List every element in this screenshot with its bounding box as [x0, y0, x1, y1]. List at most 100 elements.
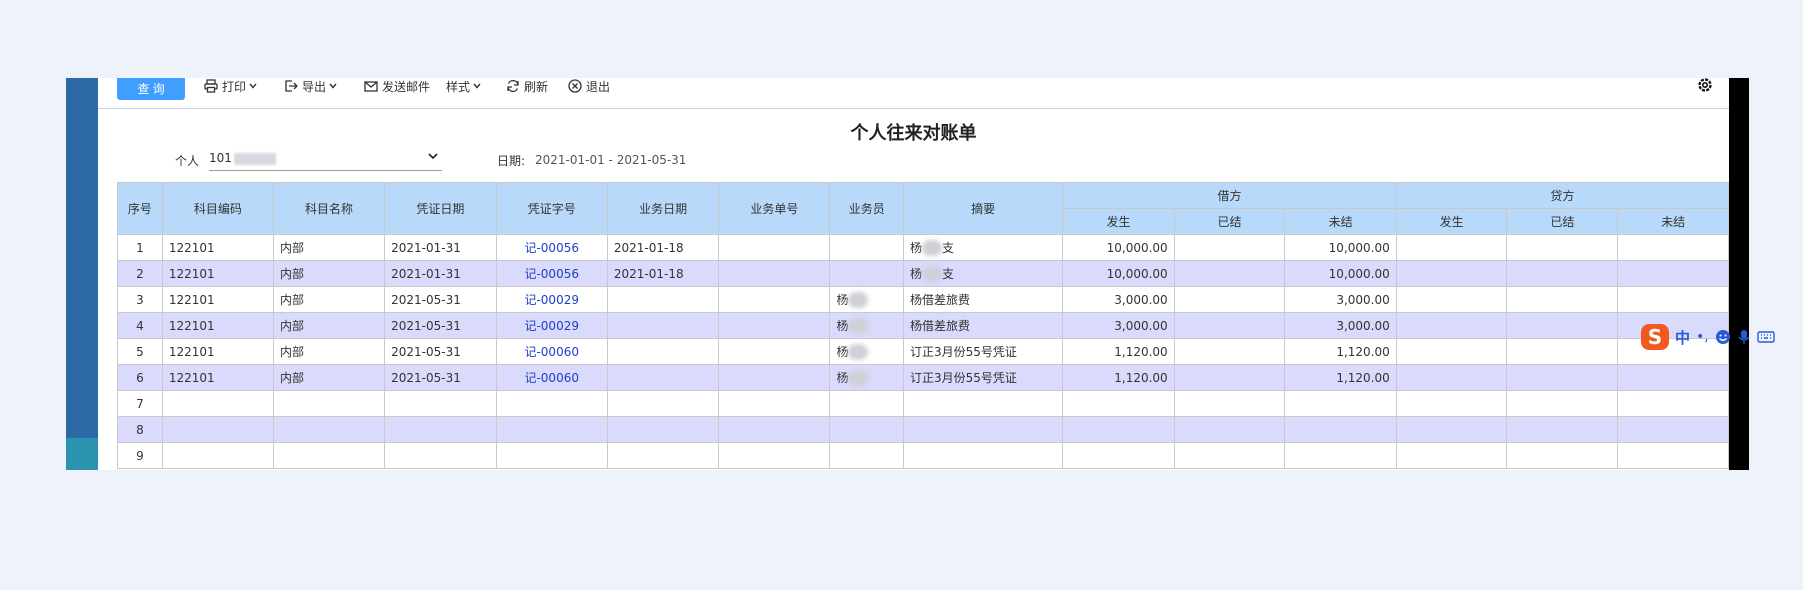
- cell-clerk: 杨: [829, 364, 905, 391]
- header-debit: 借方: [1062, 182, 1397, 209]
- close-circle-icon: [568, 79, 582, 93]
- microphone-icon[interactable]: [1737, 329, 1751, 345]
- cell-debit-occur: 1,120.00: [1062, 338, 1175, 365]
- summary-text: 杨: [910, 266, 923, 281]
- keyboard-icon[interactable]: [1757, 330, 1775, 344]
- voucher-link[interactable]: 记-00056: [495, 234, 608, 261]
- cell-debit-settled: [1173, 364, 1286, 391]
- table-row[interactable]: 5 122101 内部 2021-05-31 记-00060 杨 订正3月份55…: [117, 338, 1729, 365]
- export-label: 导出: [302, 79, 327, 94]
- ime-mode-toggle[interactable]: 中: [1675, 327, 1690, 348]
- chevron-down-icon: [249, 83, 257, 89]
- summary-text: 杨: [910, 240, 923, 255]
- cell-empty: [1062, 390, 1175, 417]
- table-row[interactable]: 7: [117, 390, 1729, 417]
- chevron-down-icon: [329, 83, 337, 89]
- header-voucher-no: 凭证字号: [495, 182, 608, 235]
- cell-empty: [161, 442, 274, 469]
- cell-empty: [1617, 442, 1729, 469]
- right-edge-bar: [1729, 78, 1749, 470]
- cell-summary: 订正3月份55号凭证: [903, 364, 1064, 391]
- cell-empty: [829, 390, 905, 417]
- redacted-mask: [848, 318, 869, 335]
- cell-empty: [495, 442, 608, 469]
- style-button[interactable]: 样式: [446, 78, 485, 94]
- cell-biz-no: [718, 364, 831, 391]
- cell-credit-unsettled: [1617, 234, 1729, 261]
- table-row[interactable]: 9: [117, 442, 1729, 469]
- send-mail-button[interactable]: 发送邮件: [364, 78, 430, 94]
- cell-debit-unsettled: 1,120.00: [1284, 338, 1397, 365]
- header-voucher-date: 凭证日期: [384, 182, 497, 235]
- cell-debit-occur: 10,000.00: [1062, 234, 1175, 261]
- header-biz-no: 业务单号: [718, 182, 831, 235]
- cell-seq: 2: [117, 260, 163, 287]
- voucher-link[interactable]: 记-00060: [495, 364, 608, 391]
- voucher-link[interactable]: 记-00029: [495, 286, 608, 313]
- voucher-link[interactable]: 记-00056: [495, 260, 608, 287]
- cell-debit-settled: [1173, 286, 1286, 313]
- cell-biz-no: [718, 338, 831, 365]
- cell-clerk: 杨: [829, 312, 905, 339]
- cell-credit-settled: [1506, 338, 1619, 365]
- cell-name: 内部: [272, 364, 386, 391]
- cell-empty: [606, 390, 720, 417]
- gear-icon[interactable]: [1696, 78, 1714, 94]
- cell-empty: [1284, 416, 1397, 443]
- table-row[interactable]: 2 122101 内部 2021-01-31 记-00056 2021-01-1…: [117, 260, 1729, 287]
- summary-text-tail: 支: [942, 266, 955, 281]
- redacted-mask: [922, 240, 943, 257]
- clerk-text: 杨: [836, 344, 849, 359]
- cell-seq: 5: [117, 338, 163, 365]
- exit-button[interactable]: 退出: [568, 78, 610, 94]
- redacted-mask: [848, 370, 869, 387]
- table-row[interactable]: 4 122101 内部 2021-05-31 记-00029 杨 杨借差旅费 3…: [117, 312, 1729, 339]
- table-row[interactable]: 3 122101 内部 2021-05-31 记-00029 杨 杨借差旅费 3…: [117, 286, 1729, 313]
- cell-credit-occur: [1395, 234, 1508, 261]
- cell-empty: [161, 390, 274, 417]
- header-debit-unsettled: 未结: [1284, 208, 1397, 235]
- emoji-icon[interactable]: [1715, 329, 1731, 345]
- cell-empty: [1173, 390, 1286, 417]
- refresh-icon: [507, 79, 519, 93]
- redacted-mask: [848, 292, 869, 309]
- print-button[interactable]: 打印: [204, 78, 261, 94]
- cell-debit-occur: 1,120.00: [1062, 364, 1175, 391]
- report-title: 个人往来对账单: [850, 123, 977, 144]
- refresh-label: 刷新: [524, 79, 549, 94]
- ime-punctuation-toggle[interactable]: •,: [1696, 329, 1709, 345]
- voucher-link[interactable]: 记-00029: [495, 312, 608, 339]
- cell-empty: [1062, 416, 1175, 443]
- query-button[interactable]: 查 询: [117, 78, 185, 100]
- cell-credit-settled: [1506, 286, 1619, 313]
- table-row[interactable]: 8: [117, 416, 1729, 443]
- cell-clerk: 杨: [829, 338, 905, 365]
- cell-biz-no: [718, 286, 831, 313]
- cell-voucher-date: 2021-05-31: [384, 338, 497, 365]
- sogou-logo-icon[interactable]: S: [1641, 324, 1669, 350]
- voucher-link[interactable]: 记-00060: [495, 338, 608, 365]
- cell-seq: 8: [117, 416, 163, 443]
- cell-debit-unsettled: 10,000.00: [1284, 260, 1397, 287]
- table-row[interactable]: 1 122101 内部 2021-01-31 记-00056 2021-01-1…: [117, 234, 1729, 261]
- cell-empty: [718, 442, 831, 469]
- left-sidebar: [66, 78, 98, 470]
- header-credit: 贷方: [1395, 182, 1729, 209]
- chevron-down-icon: [428, 153, 438, 160]
- export-button[interactable]: 导出: [284, 78, 341, 94]
- refresh-button[interactable]: 刷新: [506, 78, 548, 94]
- clerk-text: 杨: [836, 370, 849, 385]
- cell-empty: [272, 442, 386, 469]
- ime-toolbar[interactable]: S 中 •,: [1641, 320, 1775, 354]
- cell-clerk: 杨: [829, 286, 905, 313]
- person-select[interactable]: 101: [209, 148, 442, 171]
- cell-empty: [1395, 390, 1508, 417]
- table-row[interactable]: 6 122101 内部 2021-05-31 记-00060 杨 订正3月份55…: [117, 364, 1729, 391]
- cell-clerk: [829, 260, 905, 287]
- cell-credit-occur: [1395, 338, 1508, 365]
- cell-credit-occur: [1395, 312, 1508, 339]
- cell-credit-settled: [1506, 364, 1619, 391]
- cell-seq: 9: [117, 442, 163, 469]
- cell-credit-settled: [1506, 260, 1619, 287]
- cell-summary: 杨借差旅费: [903, 312, 1064, 339]
